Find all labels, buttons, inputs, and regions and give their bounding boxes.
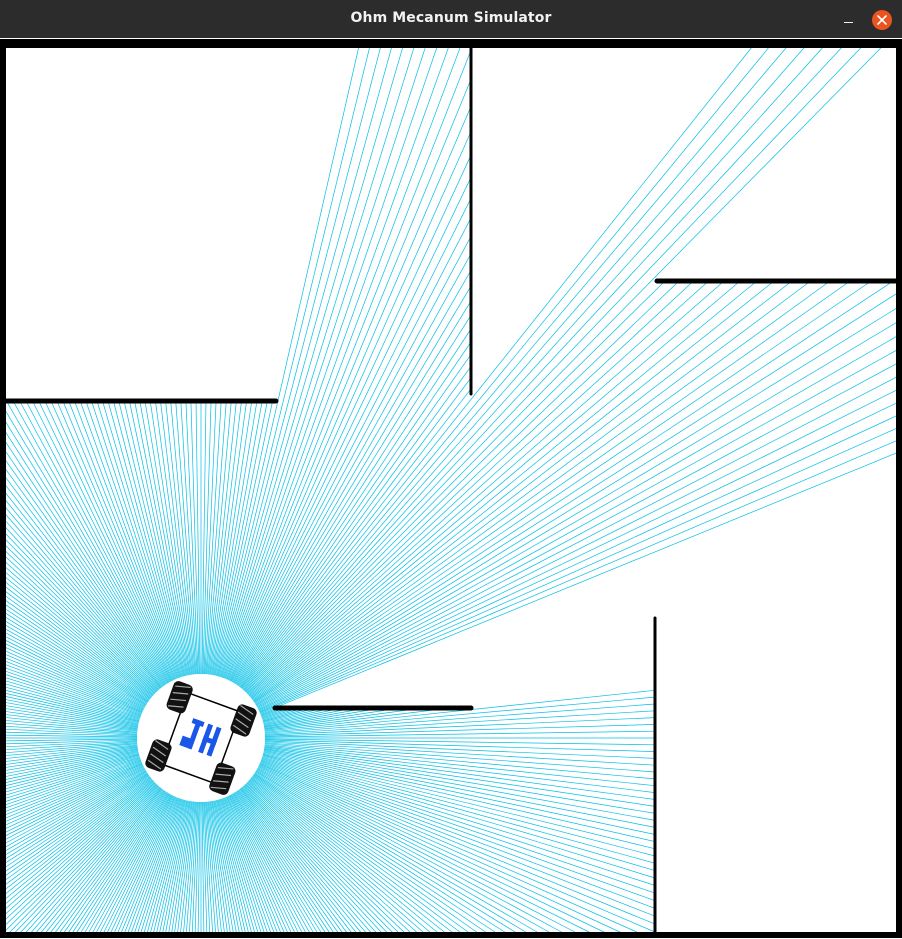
laser-ray — [263, 751, 656, 842]
laser-ray — [263, 749, 656, 821]
laser-ray — [243, 41, 828, 691]
laser-ray — [252, 280, 831, 701]
laser-ray — [215, 41, 372, 676]
laser-ray — [244, 41, 848, 692]
laser-ray — [247, 280, 680, 695]
laser-ray — [255, 307, 899, 705]
laser-ray — [264, 746, 656, 800]
laser-ray — [264, 689, 656, 732]
simulation-canvas[interactable] — [0, 38, 902, 939]
laser-ray — [210, 801, 231, 935]
laser-ray — [254, 280, 894, 703]
laser-ray — [44, 400, 175, 681]
laser-ray — [118, 400, 187, 676]
laser-ray — [256, 335, 899, 707]
close-icon — [877, 15, 887, 25]
laser-ray — [257, 375, 899, 709]
window-title: Ohm Mecanum Simulator — [350, 10, 552, 26]
laser-ray — [264, 707, 382, 728]
laser-ray — [220, 41, 428, 678]
laser-ray — [253, 773, 489, 935]
laser-ray — [212, 800, 237, 935]
laser-ray — [241, 41, 774, 689]
laser-ray — [244, 784, 389, 935]
laser-ray — [217, 41, 394, 677]
laser-ray — [221, 41, 440, 678]
laser-ray — [257, 362, 899, 709]
laser-ray — [248, 779, 426, 935]
laser-ray — [226, 131, 472, 680]
laser-ray — [3, 701, 139, 727]
laser-ray — [13, 784, 158, 935]
laser-ray — [249, 280, 741, 697]
laser-ray — [216, 41, 383, 677]
laser-ray — [264, 696, 656, 733]
laser-ray — [3, 747, 138, 769]
title-bar[interactable]: Ohm Mecanum Simulator — [0, 0, 902, 39]
laser-ray — [165, 800, 190, 935]
laser-ray — [3, 512, 160, 691]
laser-ray — [248, 280, 709, 696]
laser-ray — [233, 285, 472, 684]
laser-ray — [262, 754, 656, 864]
laser-ray — [255, 321, 899, 706]
simulation-view — [0, 39, 902, 938]
laser-ray — [228, 177, 472, 681]
close-button[interactable] — [872, 10, 892, 30]
laser-ray — [219, 41, 417, 677]
laser-ray — [260, 761, 656, 925]
laser-scan — [3, 41, 899, 935]
laser-ray — [253, 280, 851, 702]
simulator-window: Ohm Mecanum Simulator — [0, 0, 902, 939]
laser-ray — [123, 400, 188, 676]
laser-ray — [248, 280, 725, 697]
laser-ray — [3, 549, 155, 695]
laser-ray — [144, 400, 191, 675]
laser-ray — [3, 749, 139, 775]
laser-ray — [261, 758, 656, 894]
laser-ray — [256, 769, 541, 935]
minimize-button[interactable] — [836, 9, 860, 31]
laser-ray — [246, 280, 666, 694]
laser-ray — [207, 400, 237, 675]
laser-ray — [244, 41, 867, 692]
laser-ray — [245, 41, 887, 693]
laser-ray — [223, 41, 463, 679]
laser-ray — [3, 707, 138, 729]
laser-ray — [260, 451, 899, 715]
laser-ray — [229, 198, 472, 681]
laser-ray — [255, 771, 519, 935]
laser-ray — [3, 466, 164, 687]
laser-ray — [264, 741, 656, 766]
laser-ray — [171, 801, 192, 935]
laser-ray — [240, 41, 757, 689]
laser-ray — [165, 400, 195, 675]
laser-ray — [258, 401, 899, 711]
laser-ray — [264, 747, 656, 807]
laser-ray — [258, 414, 899, 712]
laser-ray — [3, 448, 166, 686]
laser-ray — [251, 280, 793, 700]
minimize-icon — [843, 22, 853, 23]
laser-ray — [3, 419, 168, 684]
laser-ray — [264, 710, 656, 735]
laser-ray — [3, 781, 155, 927]
laser-ray — [6, 400, 170, 683]
laser-ray — [225, 106, 472, 680]
